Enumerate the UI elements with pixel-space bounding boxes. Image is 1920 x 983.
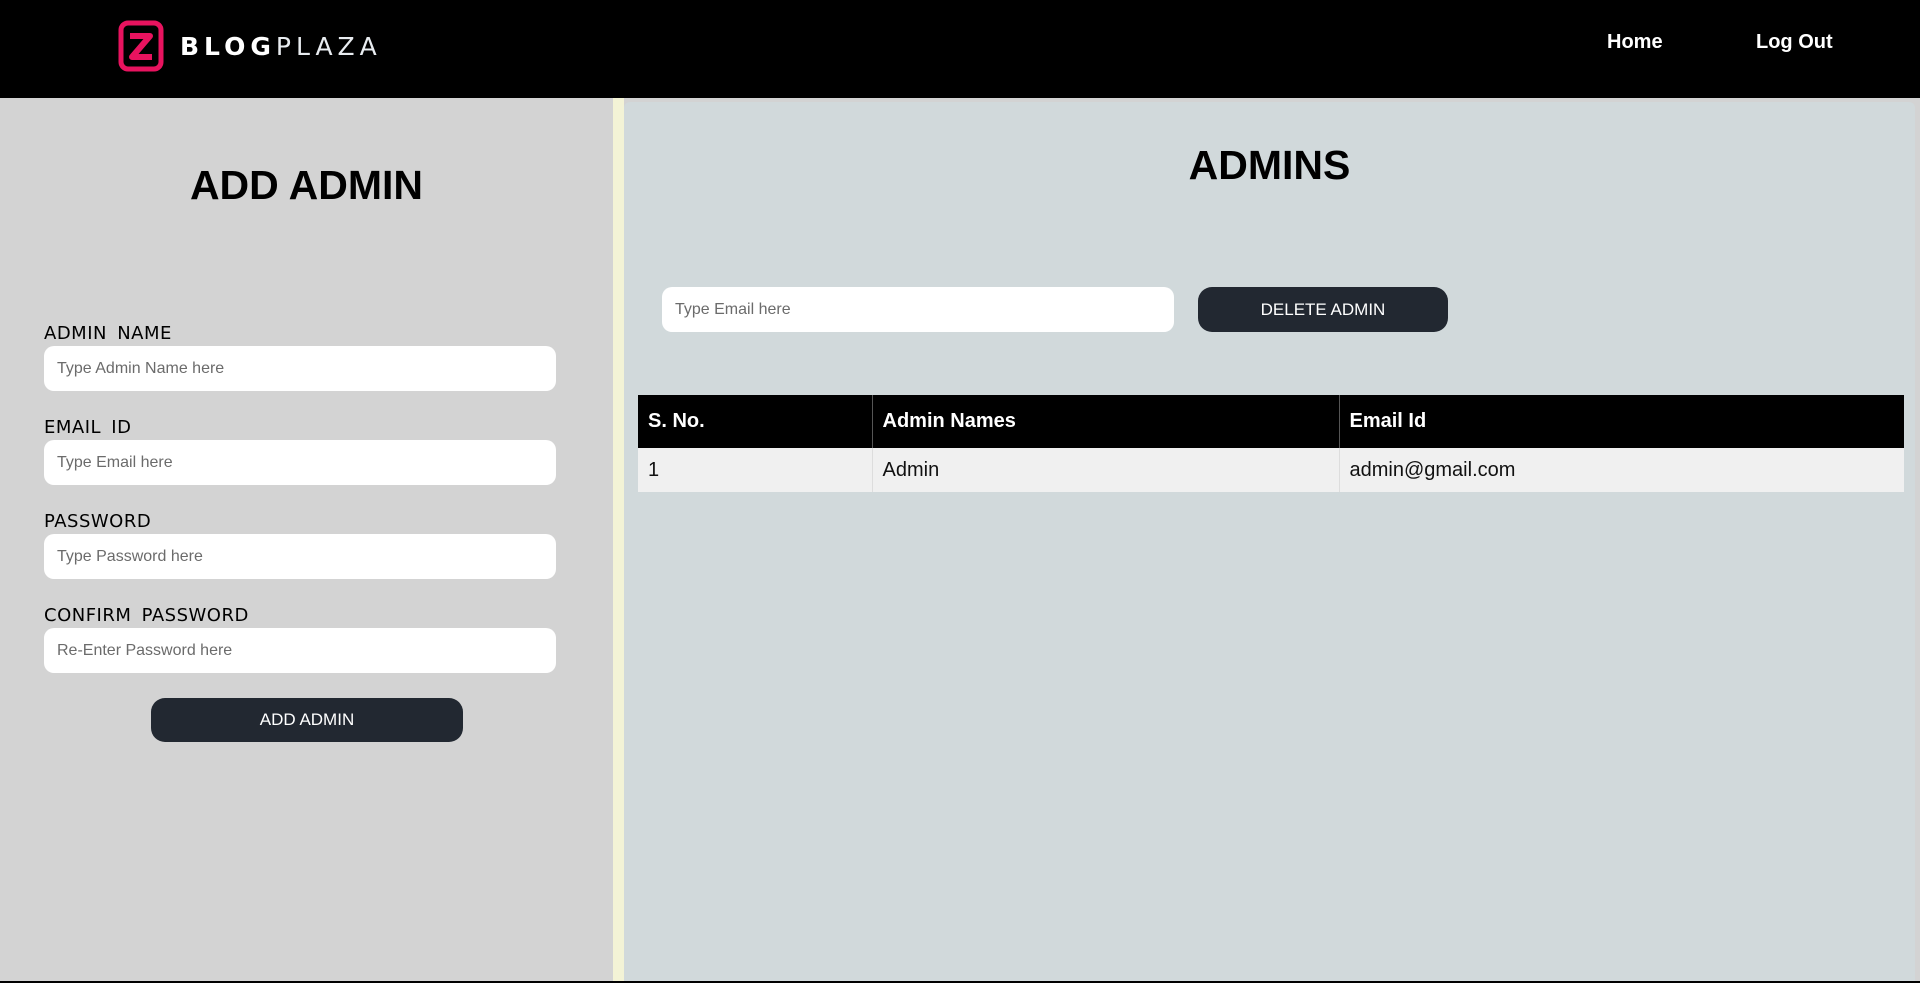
- confirm-password-label: CONFIRM PASSWORD: [44, 605, 249, 626]
- cell-admin-name: Admin: [872, 448, 1340, 492]
- confirm-password-input[interactable]: [44, 628, 556, 673]
- admin-name-label: ADMIN NAME: [44, 323, 172, 344]
- add-admin-button[interactable]: ADD ADMIN: [151, 698, 463, 742]
- brand-logo-link[interactable]: BLOGPLAZA: [118, 20, 382, 72]
- admins-panel: ADMINS DELETE ADMIN S. No. Admin Names E…: [624, 102, 1915, 983]
- admins-title: ADMINS: [1188, 142, 1351, 188]
- email-id-label: EMAIL ID: [44, 417, 132, 438]
- blogplaza-logo-icon: [118, 20, 164, 72]
- brand-name: BLOGPLAZA: [180, 32, 382, 61]
- password-label: PASSWORD: [44, 511, 152, 532]
- column-header-serial: S. No.: [638, 395, 873, 448]
- nav-home-link[interactable]: Home: [1607, 0, 1663, 84]
- delete-email-input[interactable]: [662, 287, 1174, 332]
- password-input[interactable]: [44, 534, 556, 579]
- admins-table: S. No. Admin Names Email Id 1 Admin admi…: [638, 395, 1904, 492]
- top-navbar: BLOGPLAZA Home Log Out: [0, 0, 1920, 98]
- add-admin-title: ADD ADMIN: [189, 162, 424, 208]
- panel-divider: [613, 98, 624, 983]
- brand-name-light: PLAZA: [275, 31, 382, 61]
- brand-name-bold: BLOG: [180, 31, 276, 61]
- add-admin-panel: ADD ADMIN ADMIN NAME EMAIL ID PASSWORD C…: [0, 98, 613, 983]
- column-header-admin-names: Admin Names: [872, 395, 1340, 448]
- table-row: 1 Admin admin@gmail.com: [638, 448, 1904, 492]
- delete-admin-button[interactable]: DELETE ADMIN: [1198, 287, 1448, 332]
- admin-name-input[interactable]: [44, 346, 556, 391]
- cell-serial: 1: [638, 448, 873, 492]
- nav-logout-link[interactable]: Log Out: [1756, 0, 1833, 84]
- cell-email: admin@gmail.com: [1339, 448, 1904, 492]
- column-header-email-id: Email Id: [1339, 395, 1904, 448]
- table-header-row: S. No. Admin Names Email Id: [638, 395, 1904, 448]
- email-id-input[interactable]: [44, 440, 556, 485]
